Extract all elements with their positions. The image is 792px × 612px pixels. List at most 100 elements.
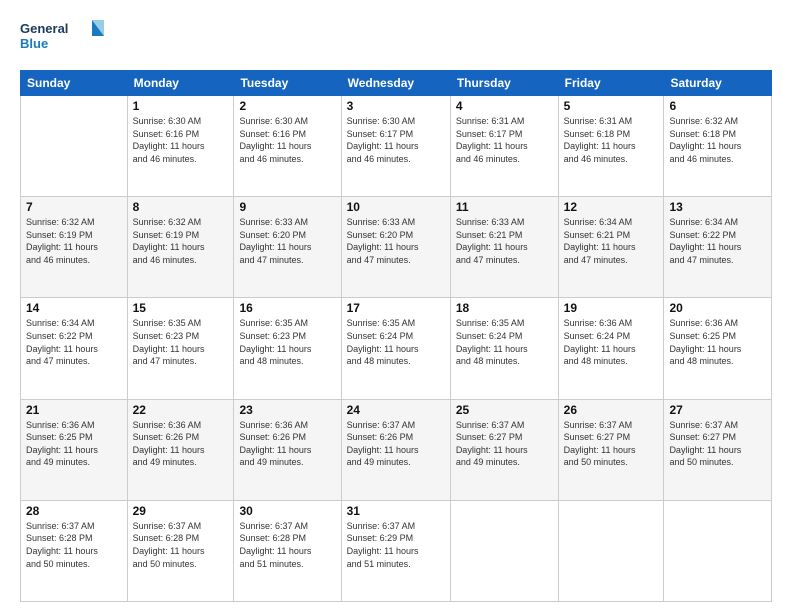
day-info: Sunrise: 6:32 AM Sunset: 6:19 PM Dayligh…: [133, 216, 229, 266]
weekday-header-row: SundayMondayTuesdayWednesdayThursdayFrid…: [21, 71, 772, 96]
day-info: Sunrise: 6:35 AM Sunset: 6:23 PM Dayligh…: [133, 317, 229, 367]
day-info: Sunrise: 6:36 AM Sunset: 6:25 PM Dayligh…: [26, 419, 122, 469]
day-info: Sunrise: 6:36 AM Sunset: 6:26 PM Dayligh…: [239, 419, 335, 469]
day-number: 23: [239, 403, 335, 417]
day-number: 20: [669, 301, 766, 315]
day-info: Sunrise: 6:37 AM Sunset: 6:27 PM Dayligh…: [669, 419, 766, 469]
calendar-table: SundayMondayTuesdayWednesdayThursdayFrid…: [20, 70, 772, 602]
calendar-cell: 29 Sunrise: 6:37 AM Sunset: 6:28 PM Dayli…: [127, 500, 234, 601]
calendar-cell: 14 Sunrise: 6:34 AM Sunset: 6:22 PM Dayli…: [21, 298, 128, 399]
logo-svg: General Blue: [20, 18, 110, 60]
day-info: Sunrise: 6:32 AM Sunset: 6:18 PM Dayligh…: [669, 115, 766, 165]
day-info: Sunrise: 6:34 AM Sunset: 6:22 PM Dayligh…: [26, 317, 122, 367]
day-info: Sunrise: 6:33 AM Sunset: 6:21 PM Dayligh…: [456, 216, 553, 266]
day-number: 2: [239, 99, 335, 113]
day-info: Sunrise: 6:37 AM Sunset: 6:27 PM Dayligh…: [564, 419, 659, 469]
calendar-cell: 2 Sunrise: 6:30 AM Sunset: 6:16 PM Daylig…: [234, 96, 341, 197]
week-row-1: 7 Sunrise: 6:32 AM Sunset: 6:19 PM Daylig…: [21, 197, 772, 298]
svg-text:General: General: [20, 21, 68, 36]
calendar-cell: 1Sunrise: 6:30 AM Sunset: 6:16 PM Daylig…: [127, 96, 234, 197]
day-number: 19: [564, 301, 659, 315]
day-number: 6: [669, 99, 766, 113]
calendar-cell: 16 Sunrise: 6:35 AM Sunset: 6:23 PM Dayli…: [234, 298, 341, 399]
day-number: 3: [347, 99, 445, 113]
week-row-3: 21Sunrise: 6:36 AM Sunset: 6:25 PM Dayli…: [21, 399, 772, 500]
weekday-header-wednesday: Wednesday: [341, 71, 450, 96]
weekday-header-monday: Monday: [127, 71, 234, 96]
weekday-header-friday: Friday: [558, 71, 664, 96]
weekday-header-sunday: Sunday: [21, 71, 128, 96]
calendar-cell: 30Sunrise: 6:37 AM Sunset: 6:28 PM Dayli…: [234, 500, 341, 601]
day-number: 22: [133, 403, 229, 417]
calendar-cell: 5 Sunrise: 6:31 AM Sunset: 6:18 PM Daylig…: [558, 96, 664, 197]
calendar-cell: [21, 96, 128, 197]
day-number: 11: [456, 200, 553, 214]
calendar-cell: 15 Sunrise: 6:35 AM Sunset: 6:23 PM Dayli…: [127, 298, 234, 399]
calendar-cell: [450, 500, 558, 601]
calendar-cell: 20 Sunrise: 6:36 AM Sunset: 6:25 PM Dayli…: [664, 298, 772, 399]
calendar-cell: 23 Sunrise: 6:36 AM Sunset: 6:26 PM Dayli…: [234, 399, 341, 500]
calendar-cell: 10 Sunrise: 6:33 AM Sunset: 6:20 PM Dayli…: [341, 197, 450, 298]
day-info: Sunrise: 6:37 AM Sunset: 6:26 PM Dayligh…: [347, 419, 445, 469]
calendar-cell: 7Sunrise: 6:32 AM Sunset: 6:19 PM Daylig…: [21, 197, 128, 298]
calendar-cell: 22 Sunrise: 6:36 AM Sunset: 6:26 PM Dayli…: [127, 399, 234, 500]
calendar-cell: 6 Sunrise: 6:32 AM Sunset: 6:18 PM Daylig…: [664, 96, 772, 197]
page: General Blue SundayMondayTuesdayWednesda…: [0, 0, 792, 612]
day-info: Sunrise: 6:37 AM Sunset: 6:28 PM Dayligh…: [239, 520, 335, 570]
day-info: Sunrise: 6:37 AM Sunset: 6:27 PM Dayligh…: [456, 419, 553, 469]
day-info: Sunrise: 6:33 AM Sunset: 6:20 PM Dayligh…: [347, 216, 445, 266]
day-number: 31: [347, 504, 445, 518]
calendar-cell: 4Sunrise: 6:31 AM Sunset: 6:17 PM Daylig…: [450, 96, 558, 197]
day-info: Sunrise: 6:36 AM Sunset: 6:26 PM Dayligh…: [133, 419, 229, 469]
day-number: 25: [456, 403, 553, 417]
calendar-cell: [664, 500, 772, 601]
day-info: Sunrise: 6:30 AM Sunset: 6:16 PM Dayligh…: [239, 115, 335, 165]
week-row-4: 28 Sunrise: 6:37 AM Sunset: 6:28 PM Dayli…: [21, 500, 772, 601]
calendar-cell: 12 Sunrise: 6:34 AM Sunset: 6:21 PM Dayli…: [558, 197, 664, 298]
day-info: Sunrise: 6:37 AM Sunset: 6:28 PM Dayligh…: [133, 520, 229, 570]
weekday-header-saturday: Saturday: [664, 71, 772, 96]
day-number: 14: [26, 301, 122, 315]
weekday-header-tuesday: Tuesday: [234, 71, 341, 96]
logo: General Blue: [20, 18, 110, 60]
day-number: 15: [133, 301, 229, 315]
day-info: Sunrise: 6:30 AM Sunset: 6:17 PM Dayligh…: [347, 115, 445, 165]
calendar-cell: [558, 500, 664, 601]
day-info: Sunrise: 6:35 AM Sunset: 6:23 PM Dayligh…: [239, 317, 335, 367]
day-number: 28: [26, 504, 122, 518]
day-number: 17: [347, 301, 445, 315]
calendar-cell: 25 Sunrise: 6:37 AM Sunset: 6:27 PM Dayli…: [450, 399, 558, 500]
day-number: 4: [456, 99, 553, 113]
calendar-cell: 19Sunrise: 6:36 AM Sunset: 6:24 PM Dayli…: [558, 298, 664, 399]
day-number: 26: [564, 403, 659, 417]
day-number: 29: [133, 504, 229, 518]
day-number: 27: [669, 403, 766, 417]
day-number: 12: [564, 200, 659, 214]
day-number: 5: [564, 99, 659, 113]
week-row-0: 1 Sunrise: 6:30 AM Sunset: 6:16 PM Daylig…: [21, 96, 772, 197]
calendar-cell: 26 Sunrise: 6:37 AM Sunset: 6:27 PM Dayli…: [558, 399, 664, 500]
day-info: Sunrise: 6:36 AM Sunset: 6:25 PM Dayligh…: [669, 317, 766, 367]
svg-text:Blue: Blue: [20, 36, 48, 51]
day-number: 18: [456, 301, 553, 315]
day-info: Sunrise: 6:34 AM Sunset: 6:21 PM Dayligh…: [564, 216, 659, 266]
day-info: Sunrise: 6:35 AM Sunset: 6:24 PM Dayligh…: [347, 317, 445, 367]
calendar-cell: 9Sunrise: 6:33 AM Sunset: 6:20 PM Daylig…: [234, 197, 341, 298]
weekday-header-thursday: Thursday: [450, 71, 558, 96]
calendar-cell: 11 Sunrise: 6:33 AM Sunset: 6:21 PM Dayli…: [450, 197, 558, 298]
day-info: Sunrise: 6:35 AM Sunset: 6:24 PM Dayligh…: [456, 317, 553, 367]
calendar-cell: 27 Sunrise: 6:37 AM Sunset: 6:27 PM Dayli…: [664, 399, 772, 500]
header: General Blue: [20, 18, 772, 60]
day-number: 1: [133, 99, 229, 113]
calendar-cell: 8 Sunrise: 6:32 AM Sunset: 6:19 PM Daylig…: [127, 197, 234, 298]
day-info: Sunrise: 6:31 AM Sunset: 6:18 PM Dayligh…: [564, 115, 659, 165]
day-number: 8: [133, 200, 229, 214]
calendar-cell: 28 Sunrise: 6:37 AM Sunset: 6:28 PM Dayli…: [21, 500, 128, 601]
day-info: Sunrise: 6:37 AM Sunset: 6:29 PM Dayligh…: [347, 520, 445, 570]
calendar-cell: 17 Sunrise: 6:35 AM Sunset: 6:24 PM Dayli…: [341, 298, 450, 399]
day-info: Sunrise: 6:37 AM Sunset: 6:28 PM Dayligh…: [26, 520, 122, 570]
day-number: 10: [347, 200, 445, 214]
day-info: Sunrise: 6:34 AM Sunset: 6:22 PM Dayligh…: [669, 216, 766, 266]
day-number: 7: [26, 200, 122, 214]
day-number: 16: [239, 301, 335, 315]
